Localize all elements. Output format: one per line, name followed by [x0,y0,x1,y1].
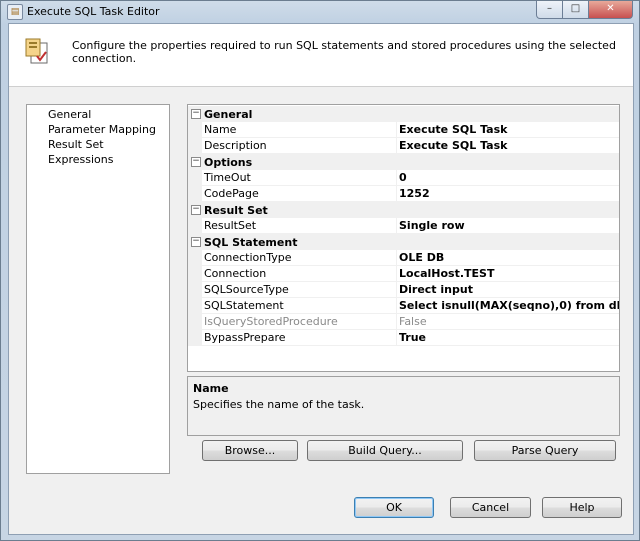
close-button[interactable]: ✕ [589,1,633,19]
property-grid: − General Name Execute SQL Task Descript… [187,104,620,372]
row-gutter [188,330,202,346]
property-value[interactable]: 1252 [397,186,619,202]
row-gutter [188,218,202,234]
property-value[interactable]: LocalHost.TEST [397,266,619,282]
property-value[interactable]: Direct input [397,282,619,298]
collapse-icon[interactable]: − [191,205,201,215]
property-name: ConnectionType [202,250,397,266]
property-row-codepage[interactable]: CodePage 1252 [188,186,619,202]
property-row-bypassprepare[interactable]: BypassPrepare True [188,330,619,346]
category-result-set[interactable]: − Result Set [188,202,619,218]
maximize-button[interactable]: □ [563,1,589,19]
collapse-icon[interactable]: − [191,109,201,119]
row-gutter [188,314,202,330]
property-name: SQLStatement [202,298,397,314]
row-gutter [188,122,202,138]
property-name: TimeOut [202,170,397,186]
category-label: General [204,108,253,121]
collapse-icon[interactable]: − [191,237,201,247]
dialog-window: ▤ Execute SQL Task Editor – □ ✕ Configur… [0,0,640,541]
property-row-sqlsourcetype[interactable]: SQLSourceType Direct input [188,282,619,298]
sql-task-icon [25,38,48,64]
property-help-panel: Name Specifies the name of the task. [187,376,620,436]
help-button[interactable]: Help [542,497,622,518]
task-editor-icon: ▤ [7,4,23,20]
dialog-client-area: Configure the properties required to run… [8,23,634,535]
cancel-button[interactable]: Cancel [450,497,531,518]
browse-button[interactable]: Browse... [202,440,298,461]
help-description: Specifies the name of the task. [193,398,365,411]
property-row-description[interactable]: Description Execute SQL Task [188,138,619,154]
property-value[interactable]: OLE DB [397,250,619,266]
property-name: ResultSet [202,218,397,234]
property-row-name[interactable]: Name Execute SQL Task [188,122,619,138]
property-value[interactable]: 0 [397,170,619,186]
title-bar[interactable]: ▤ Execute SQL Task Editor – □ ✕ [1,1,639,23]
collapse-icon[interactable]: − [191,157,201,167]
property-value[interactable]: Single row [397,218,619,234]
property-value: False [397,314,619,330]
property-row-isquerystoredprocedure: IsQueryStoredProcedure False [188,314,619,330]
property-name: Name [202,122,397,138]
row-gutter [188,186,202,202]
property-value[interactable]: Execute SQL Task [397,122,619,138]
nav-item-parameter-mapping[interactable]: Parameter Mapping [48,123,156,136]
category-label: Options [204,156,253,169]
property-value[interactable]: Select isnull(MAX(seqno),0) from dbo.Per… [397,298,619,314]
minimize-button[interactable]: – [536,1,563,19]
row-gutter [188,282,202,298]
row-gutter [188,170,202,186]
property-row-timeout[interactable]: TimeOut 0 [188,170,619,186]
property-name: SQLSourceType [202,282,397,298]
category-general[interactable]: − General [188,106,619,122]
nav-item-general[interactable]: General [48,108,91,121]
page-navigation-list: General Parameter Mapping Result Set Exp… [26,104,170,474]
category-sql-statement[interactable]: − SQL Statement [188,234,619,250]
window-title: Execute SQL Task Editor [27,5,160,18]
property-row-sqlstatement[interactable]: SQLStatement Select isnull(MAX(seqno),0)… [188,298,619,314]
row-gutter [188,250,202,266]
category-label: SQL Statement [204,236,298,249]
property-name: BypassPrepare [202,330,397,346]
header-panel: Configure the properties required to run… [9,24,633,87]
property-row-connection[interactable]: Connection LocalHost.TEST [188,266,619,282]
category-options[interactable]: − Options [188,154,619,170]
property-row-connectiontype[interactable]: ConnectionType OLE DB [188,250,619,266]
help-title: Name [193,382,229,395]
category-label: Result Set [204,204,268,217]
property-row-resultset[interactable]: ResultSet Single row [188,218,619,234]
nav-item-result-set[interactable]: Result Set [48,138,104,151]
property-value[interactable]: True [397,330,619,346]
row-gutter [188,266,202,282]
caption-buttons: – □ ✕ [536,1,633,19]
parse-query-button[interactable]: Parse Query [474,440,616,461]
nav-item-expressions[interactable]: Expressions [48,153,113,166]
property-name: Connection [202,266,397,282]
property-value[interactable]: Execute SQL Task [397,138,619,154]
row-gutter [188,138,202,154]
property-name: IsQueryStoredProcedure [202,314,397,330]
property-name: Description [202,138,397,154]
build-query-button[interactable]: Build Query... [307,440,463,461]
ok-button[interactable]: OK [354,497,434,518]
row-gutter [188,298,202,314]
property-name: CodePage [202,186,397,202]
header-description: Configure the properties required to run… [72,39,616,65]
